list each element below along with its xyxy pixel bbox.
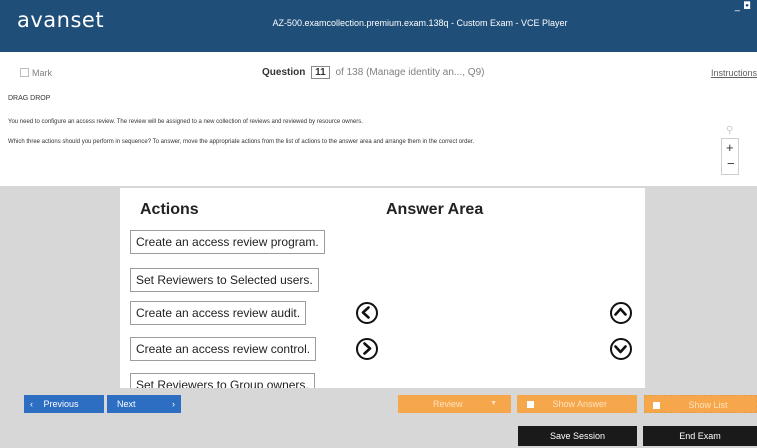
- action-item[interactable]: Create an access review audit.: [130, 301, 307, 325]
- question-indicator: Question 11 of 138 (Manage identity an..…: [262, 66, 484, 79]
- question-bar: Mark Question 11 of 138 (Manage identity…: [0, 64, 757, 84]
- arrow-down-icon[interactable]: [610, 338, 632, 360]
- drag-drop-canvas: Actions Answer Area Create an access rev…: [120, 188, 645, 388]
- answer-area-heading: Answer Area: [386, 201, 484, 218]
- action-item[interactable]: Create an access review program.: [130, 230, 325, 254]
- session-bar: Save Session End Exam: [0, 418, 757, 448]
- app-logo: avanset: [17, 8, 105, 32]
- action-item[interactable]: Set Reviewers to Selected users.: [130, 268, 319, 292]
- previous-label: Previous: [43, 399, 79, 409]
- question-suffix: of 138 (Manage identity an..., Q9): [335, 67, 485, 78]
- show-answer-label: Show Answer: [552, 399, 608, 409]
- review-button[interactable]: Review ▼: [398, 395, 511, 413]
- question-text-2: Which three actions should you perform i…: [8, 139, 475, 145]
- question-type: DRAG DROP: [8, 95, 51, 102]
- search-icon[interactable]: ⚲: [726, 125, 733, 136]
- previous-button[interactable]: ‹ Previous: [24, 395, 104, 413]
- show-list-label: Show List: [688, 400, 728, 410]
- chevron-left-icon: ‹: [30, 399, 33, 409]
- arrow-right-icon[interactable]: [356, 338, 378, 360]
- mark-label: Mark: [32, 68, 52, 78]
- zoom-out-icon[interactable]: −: [727, 156, 735, 171]
- window-controls[interactable]: _ ◘: [735, 1, 751, 12]
- show-list-button[interactable]: Show List: [644, 395, 757, 413]
- checkbox-icon: [527, 401, 534, 408]
- question-panel: DRAG DROP You need to configure an acces…: [0, 90, 757, 186]
- question-text-1: You need to configure an access review. …: [8, 119, 363, 125]
- save-session-button[interactable]: Save Session: [518, 426, 637, 446]
- zoom-in-icon[interactable]: +: [726, 140, 734, 155]
- question-label: Question: [262, 67, 306, 78]
- arrow-left-icon[interactable]: [356, 302, 378, 324]
- question-number-input[interactable]: 11: [311, 66, 330, 79]
- actions-heading: Actions: [140, 201, 199, 218]
- show-answer-button[interactable]: Show Answer: [517, 395, 637, 413]
- next-button[interactable]: Next ›: [107, 395, 181, 413]
- end-exam-button[interactable]: End Exam: [643, 426, 757, 446]
- mark-checkbox[interactable]: Mark: [20, 68, 52, 78]
- checkbox-icon[interactable]: [20, 68, 29, 77]
- next-label: Next: [117, 399, 136, 409]
- instructions-link[interactable]: Instructions: [711, 68, 757, 78]
- review-label: Review: [433, 399, 463, 409]
- action-item[interactable]: Create an access review control.: [130, 337, 317, 361]
- caret-down-icon: ▼: [490, 400, 497, 407]
- checkbox-icon: [653, 402, 660, 409]
- chevron-right-icon: ›: [172, 399, 175, 409]
- navigation-bar: ‹ Previous Next › Review ▼ Show Answer S…: [0, 388, 757, 418]
- window-title: AZ-500.examcollection.premium.exam.138q …: [272, 18, 568, 28]
- arrow-up-icon[interactable]: [610, 302, 632, 324]
- action-item[interactable]: Set Reviewers to Group owners.: [130, 373, 315, 388]
- title-bar: avanset AZ-500.examcollection.premium.ex…: [0, 0, 757, 52]
